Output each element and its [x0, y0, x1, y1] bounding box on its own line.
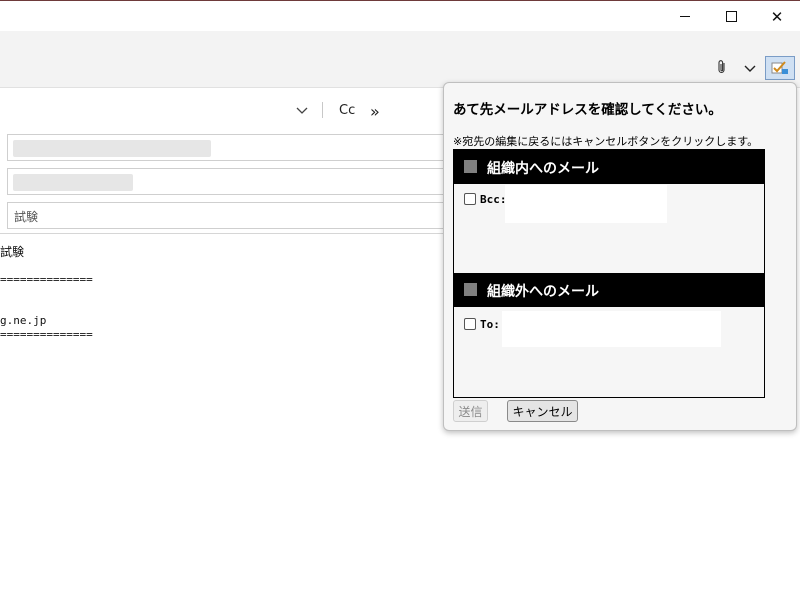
minimize-icon	[680, 16, 690, 17]
recipient-checkbox[interactable]	[464, 318, 476, 330]
title-bar: ✕	[0, 0, 800, 32]
send-button[interactable]: 送信	[453, 400, 488, 422]
subject-field[interactable]: 試験	[7, 202, 447, 229]
subject-value: 試験	[14, 210, 39, 224]
internal-mail-header: 組織内へのメール	[454, 150, 764, 184]
attach-icon[interactable]	[716, 59, 728, 79]
recipient-row-to: To:	[464, 316, 500, 332]
body-line: 試験	[0, 245, 25, 259]
addin-check-icon	[771, 61, 788, 74]
header-divider	[0, 233, 445, 234]
select-all-external-checkbox[interactable]	[464, 283, 477, 296]
toolbar-separator	[322, 102, 323, 118]
dialog-title: あて先メールアドレスを確認してください。	[453, 102, 722, 118]
maximize-icon	[725, 11, 737, 22]
recipient-address	[502, 311, 721, 347]
more-options-icon[interactable]: »	[370, 102, 380, 121]
minimize-button[interactable]	[662, 2, 708, 31]
redacted-address	[13, 140, 211, 157]
recipient-label: To:	[480, 317, 500, 331]
cancel-button[interactable]: キャンセル	[507, 400, 578, 422]
redacted-address	[13, 174, 133, 191]
recipient-label: Bcc:	[480, 192, 507, 206]
recipient-checkbox[interactable]	[464, 193, 476, 205]
section-heading: 組織内へのメール	[487, 161, 599, 177]
cc-button[interactable]: Cc	[339, 103, 355, 118]
body-line: ==============	[0, 273, 93, 286]
recipient-confirm-dialog: あて先メールアドレスを確認してください。 ※宛先の編集に戻るにはキャンセルボタン…	[443, 82, 797, 431]
recipient-address	[505, 185, 667, 223]
cc-field[interactable]	[7, 168, 447, 195]
ribbon-more-chevron-icon[interactable]	[742, 60, 758, 76]
to-field[interactable]	[7, 134, 447, 161]
ribbon-toolbar	[0, 31, 800, 88]
recipient-panel: 組織内へのメール Bcc: 組織外へのメール To:	[453, 149, 765, 398]
section-heading: 組織外へのメール	[487, 284, 599, 300]
body-line: g.ne.jp	[0, 314, 47, 327]
close-button[interactable]: ✕	[754, 2, 800, 31]
close-icon: ✕	[770, 7, 784, 26]
recipient-row-bcc: Bcc:	[464, 191, 507, 207]
select-all-internal-checkbox[interactable]	[464, 160, 477, 173]
addin-button[interactable]	[765, 56, 795, 80]
external-mail-header: 組織外へのメール	[454, 273, 764, 307]
dialog-note: ※宛先の編集に戻るにはキャンセルボタンをクリックします。	[453, 135, 759, 148]
expand-chevron-icon[interactable]	[294, 102, 310, 118]
body-line: ==============	[0, 328, 93, 341]
maximize-button[interactable]	[708, 2, 754, 31]
